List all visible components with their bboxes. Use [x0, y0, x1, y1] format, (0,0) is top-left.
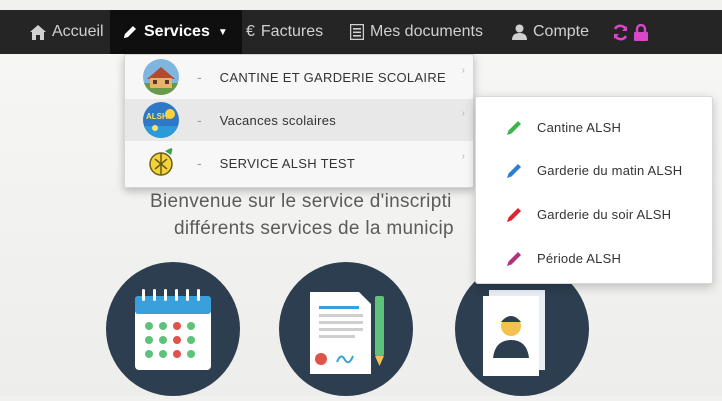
nav-lock[interactable]	[634, 10, 654, 54]
nav-home[interactable]: Accueil	[30, 10, 104, 54]
nav-invoices[interactable]: € Factures	[246, 10, 323, 54]
home-icon	[30, 24, 46, 40]
menu-separator: -	[197, 155, 202, 171]
pencil-icon	[506, 250, 523, 267]
nav-invoices-label: Factures	[260, 23, 324, 40]
services-dropdown: - CANTINE ET GARDERIE SCOLAIRE › ALSH - …	[124, 54, 474, 188]
chevron-right-icon: ›	[461, 65, 465, 76]
nav-documents[interactable]: Mes documents	[350, 10, 483, 54]
pencil-icon	[122, 24, 138, 40]
submenu-item-garderie-matin[interactable]: Garderie du matin ALSH	[476, 148, 712, 192]
menu-item-label: SERVICE ALSH TEST	[219, 155, 356, 171]
pencil-icon	[506, 162, 523, 179]
submenu-item-label: Garderie du soir ALSH	[537, 206, 672, 222]
caret-down-icon: ▼	[217, 26, 228, 38]
calendar-service-circle[interactable]	[106, 262, 240, 396]
menu-item-label: CANTINE ET GARDERIE SCOLAIRE	[219, 69, 446, 85]
calendar-icon	[135, 289, 211, 370]
chevron-right-icon: ›	[461, 108, 465, 119]
chevron-right-icon: ›	[461, 151, 465, 162]
user-icon	[512, 24, 527, 40]
nav-services-label: Services	[144, 23, 210, 40]
nav-account[interactable]: Compte	[512, 10, 589, 54]
submenu-item-garderie-soir[interactable]: Garderie du soir ALSH	[476, 192, 712, 236]
nav-documents-label: Mes documents	[370, 23, 483, 40]
refresh-icon	[612, 24, 629, 41]
top-navbar: Accueil Services ▼ € Factures Mes docume…	[0, 10, 722, 54]
alsh-logo-icon: ALSH	[143, 102, 179, 138]
submenu-item-label: Garderie du matin ALSH	[537, 162, 683, 178]
svg-text:ALSH: ALSH	[146, 112, 168, 121]
menu-separator: -	[197, 112, 202, 128]
alsh-submenu: Cantine ALSH Garderie du matin ALSH Gard…	[475, 96, 713, 284]
menu-separator: -	[197, 69, 202, 85]
lock-icon	[634, 23, 648, 41]
submenu-item-periode-alsh[interactable]: Période ALSH	[476, 236, 712, 280]
document-icon	[350, 24, 364, 40]
menu-item-vacances-scolaires[interactable]: ALSH - Vacances scolaires ›	[125, 99, 473, 141]
pencil-icon	[506, 206, 523, 223]
nav-services[interactable]: Services ▼	[110, 10, 242, 54]
pencil-icon	[506, 119, 523, 136]
menu-item-label: Vacances scolaires	[219, 112, 337, 128]
school-logo-icon	[143, 59, 179, 95]
nav-home-label: Accueil	[52, 23, 104, 40]
submenu-item-cantine-alsh[interactable]: Cantine ALSH	[476, 105, 712, 149]
contract-icon	[310, 292, 384, 374]
submenu-item-label: Cantine ALSH	[537, 119, 622, 135]
menu-item-cantine-garderie[interactable]: - CANTINE ET GARDERIE SCOLAIRE ›	[125, 56, 473, 98]
submenu-item-label: Période ALSH	[537, 250, 622, 266]
contract-service-circle[interactable]	[279, 262, 413, 396]
euro-icon: €	[246, 23, 255, 40]
test-logo-icon	[143, 145, 179, 181]
nav-account-label: Compte	[533, 23, 590, 40]
menu-item-service-alsh-test[interactable]: - SERVICE ALSH TEST ›	[125, 142, 473, 184]
nav-refresh[interactable]	[612, 10, 635, 54]
